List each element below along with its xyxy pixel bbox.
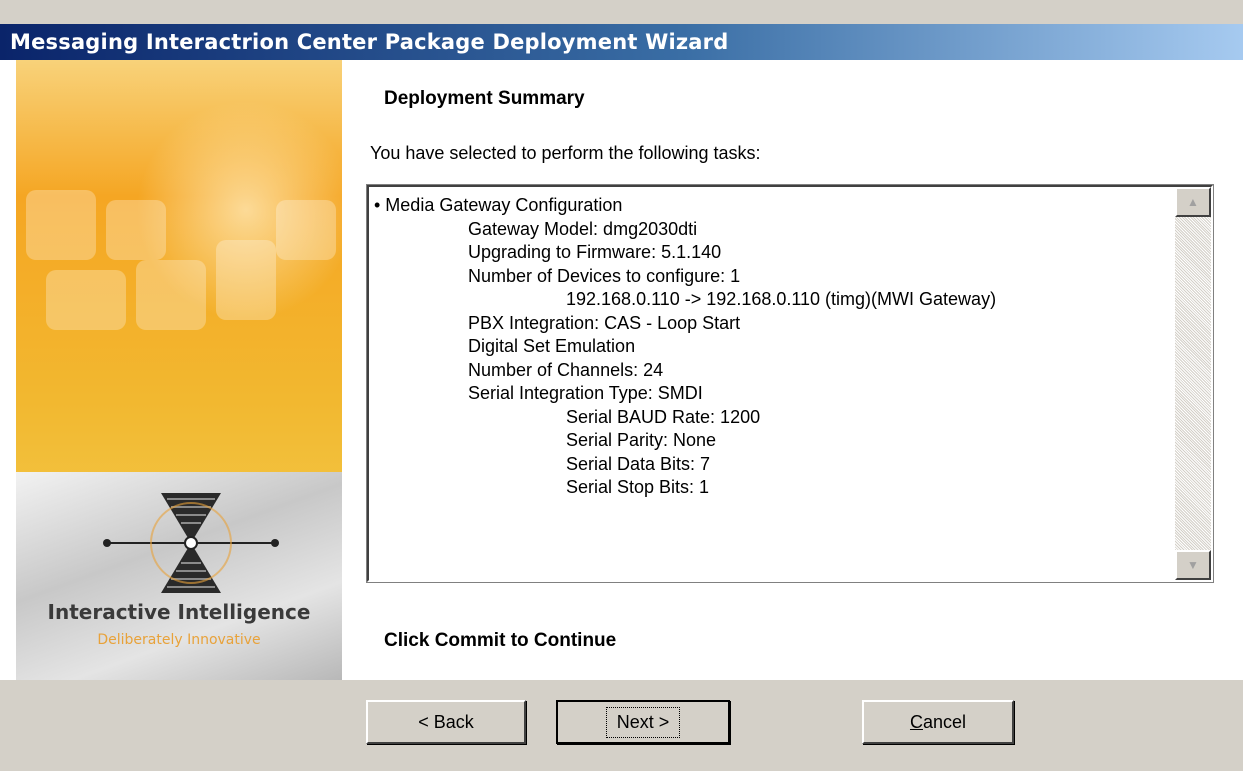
summary-line: Serial Data Bits: 7 (566, 453, 711, 474)
summary-line: Serial Parity: None (566, 430, 717, 450)
commit-instruction: Click Commit to Continue (384, 630, 617, 651)
brand-name: Interactive Intelligence (47, 600, 311, 624)
cancel-button[interactable]: Cancel (862, 700, 1014, 744)
wizard-window: Messaging Interactrion Center Package De… (0, 0, 1243, 771)
banner-square (106, 200, 166, 260)
banner-square (46, 270, 126, 330)
title-bar: Messaging Interactrion Center Package De… (0, 24, 1243, 60)
summary-line: Digital Set Emulation (468, 336, 636, 356)
vertical-scrollbar[interactable]: ▲ ▼ (1175, 187, 1211, 580)
summary-line: PBX Integration: CAS - Loop Start (468, 312, 741, 333)
brand-tagline: Deliberately Innovative (97, 632, 261, 648)
scroll-down-arrow-icon[interactable]: ▼ (1175, 550, 1211, 580)
summary-line: Serial Stop Bits: 1 (566, 477, 710, 497)
interactive-intelligence-logo-icon (103, 493, 279, 593)
back-button[interactable]: < Back (366, 700, 526, 744)
cancel-rest: ancel (922, 711, 967, 732)
summary-line: • Media Gateway Configuration (374, 195, 623, 215)
next-button[interactable]: Next > (556, 700, 730, 744)
scroll-up-arrow-icon[interactable]: ▲ (1175, 187, 1211, 217)
summary-line: Serial BAUD Rate: 1200 (566, 406, 761, 427)
summary-line: Number of Channels: 24 (468, 359, 664, 380)
summary-line: Serial Integration Type: SMDI (468, 383, 703, 403)
banner-square (26, 190, 96, 260)
banner-square (216, 240, 276, 320)
banner-square (136, 260, 206, 330)
cancel-accelerator: C (909, 711, 923, 732)
summary-line: 192.168.0.110 -> 192.168.0.110 (timg)(MW… (566, 289, 997, 309)
page-heading: Deployment Summary (384, 88, 585, 109)
summary-lines: • Media Gateway Configuration Gateway Mo… (374, 194, 1174, 500)
summary-line: Gateway Model: dmg2030dti (468, 218, 698, 239)
intro-text: You have selected to perform the followi… (370, 143, 761, 163)
side-banner: Interactive Intelligence Deliberately In… (16, 60, 342, 680)
next-button-label: Next > (605, 706, 681, 738)
banner-square (276, 200, 336, 260)
back-button-label: < Back (418, 711, 474, 732)
summary-line: Number of Devices to configure: 1 (468, 265, 741, 286)
cancel-button-label: Cancel (910, 712, 966, 733)
summary-listbox[interactable]: • Media Gateway Configuration Gateway Mo… (367, 185, 1213, 582)
summary-line: Upgrading to Firmware: 5.1.140 (468, 242, 722, 262)
window-title: Messaging Interactrion Center Package De… (10, 30, 729, 54)
